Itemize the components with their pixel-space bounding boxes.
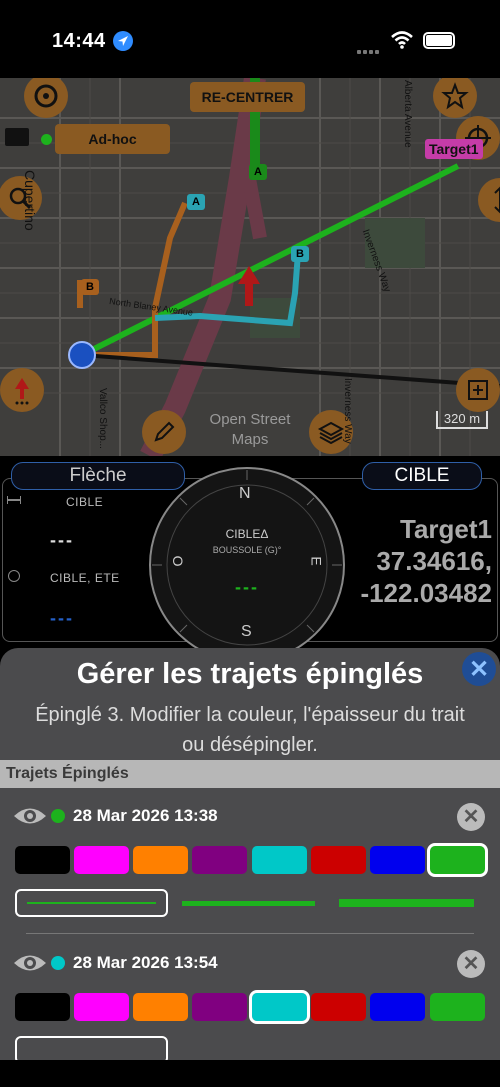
- battery-icon: [423, 32, 455, 49]
- compass-north: N: [239, 485, 251, 502]
- dial-value: ---: [235, 577, 259, 597]
- tab-cible[interactable]: CIBLE: [362, 462, 482, 490]
- location-arrow-icon: [113, 31, 133, 51]
- route-color-dot-icon: [41, 134, 52, 145]
- trajet-item: 28 Mar 2026 13:54 ✕: [0, 945, 500, 1060]
- target-longitude: -122.03482: [360, 578, 492, 608]
- add-waypoint-button[interactable]: [456, 368, 500, 412]
- edit-pencil-button[interactable]: [142, 410, 186, 454]
- close-button[interactable]: ✕: [462, 652, 496, 686]
- swatch-black[interactable]: [15, 846, 70, 874]
- pin-a-marker[interactable]: A: [249, 164, 267, 180]
- swatch-red[interactable]: [311, 993, 366, 1021]
- trajet-color-dot: [51, 956, 65, 970]
- map-scale: 320 m: [436, 411, 488, 429]
- cible-ete-label: CIBLE, ETE: [50, 571, 120, 585]
- swatch-magenta[interactable]: [74, 993, 129, 1021]
- swatch-green[interactable]: [430, 993, 485, 1021]
- compass-east: E: [308, 556, 325, 566]
- swatch-red[interactable]: [311, 846, 366, 874]
- line-width-medium[interactable]: [172, 889, 325, 917]
- direction-arrow-button[interactable]: [0, 368, 44, 412]
- swatch-purple[interactable]: [192, 993, 247, 1021]
- compass-panel: Flèche CIBLE CIBLE --- CIBLE, ETE --- N …: [0, 456, 500, 663]
- trajet-item: 28 Mar 2026 13:38 ✕: [0, 798, 500, 943]
- line-width-thick[interactable]: [329, 889, 484, 917]
- swatch-black[interactable]: [15, 993, 70, 1021]
- street-label: Cupertino: [22, 170, 38, 231]
- route-name-label: Ad-hoc: [55, 124, 170, 154]
- swatch-blue[interactable]: [370, 993, 425, 1021]
- clock-icon: [8, 570, 20, 582]
- trajet-date: 28 Mar 2026 13:38: [73, 806, 218, 825]
- street-label: Inverness Way: [342, 378, 353, 444]
- swatch-magenta[interactable]: [74, 846, 129, 874]
- eye-visibility-icon[interactable]: [12, 805, 48, 827]
- folder-icon[interactable]: [5, 128, 29, 146]
- pin-b-marker[interactable]: B: [81, 279, 99, 295]
- dial-subtitle: BOUSSOLE (G)°: [212, 545, 282, 555]
- swatch-purple[interactable]: [192, 846, 247, 874]
- swatch-orange[interactable]: [133, 993, 188, 1021]
- pin-b-marker[interactable]: B: [291, 246, 309, 262]
- distance-icon: [7, 496, 21, 504]
- section-header: Trajets Épinglés: [0, 760, 500, 788]
- swatch-green[interactable]: [427, 843, 488, 877]
- line-width-thin[interactable]: [15, 1036, 168, 1060]
- sheet-title: Gérer les trajets épinglés: [76, 658, 424, 690]
- pin-a-marker[interactable]: A: [187, 194, 205, 210]
- compass-south: S: [241, 623, 252, 640]
- cible-value: ---: [50, 530, 74, 550]
- cellular-signal-icon: [357, 41, 381, 59]
- target-marker[interactable]: Target1: [425, 139, 483, 159]
- swatch-cyan[interactable]: [249, 990, 310, 1024]
- swatch-blue[interactable]: [370, 846, 425, 874]
- street-label: Alberta Avenue: [402, 80, 413, 148]
- cible-ete-value: ---: [50, 608, 74, 628]
- status-time: 14:44: [52, 30, 106, 52]
- map-view[interactable]: RE-CENTRER Ad-hoc A A B B Target1 Cupert…: [0, 78, 500, 456]
- target-name: Target1: [400, 514, 492, 544]
- divider: [26, 933, 474, 934]
- remove-trajet-button[interactable]: ✕: [457, 950, 485, 978]
- compass-dial: N S E O CIBLEΔ BOUSSOLE (G)° ---: [147, 465, 347, 665]
- swatch-orange[interactable]: [133, 846, 188, 874]
- cible-label: CIBLE: [66, 495, 104, 509]
- swatch-cyan[interactable]: [252, 846, 307, 874]
- line-width-thin[interactable]: [15, 889, 168, 917]
- map-attribution: Open Street Maps: [209, 411, 291, 448]
- recenter-button[interactable]: RE-CENTRER: [190, 82, 305, 112]
- pinned-routes-sheet: Gérer les trajets épinglés ✕ Épinglé 3. …: [0, 648, 500, 1060]
- compass-west: O: [169, 555, 186, 567]
- status-bar: 14:44: [0, 0, 500, 78]
- dial-title: CIBLEΔ: [225, 527, 269, 541]
- home-indicator-area: [0, 1060, 500, 1087]
- target-latitude: 37.34616,: [376, 546, 492, 576]
- trajet-date: 28 Mar 2026 13:54: [73, 953, 218, 972]
- eye-visibility-icon[interactable]: [12, 952, 48, 974]
- street-label: Vallco Shop...: [97, 388, 108, 449]
- remove-trajet-button[interactable]: ✕: [457, 803, 485, 831]
- trajet-color-dot: [51, 809, 65, 823]
- sheet-subtitle: Épinglé 3. Modifier la couleur, l'épaiss…: [35, 704, 465, 756]
- wifi-icon: [391, 31, 413, 54]
